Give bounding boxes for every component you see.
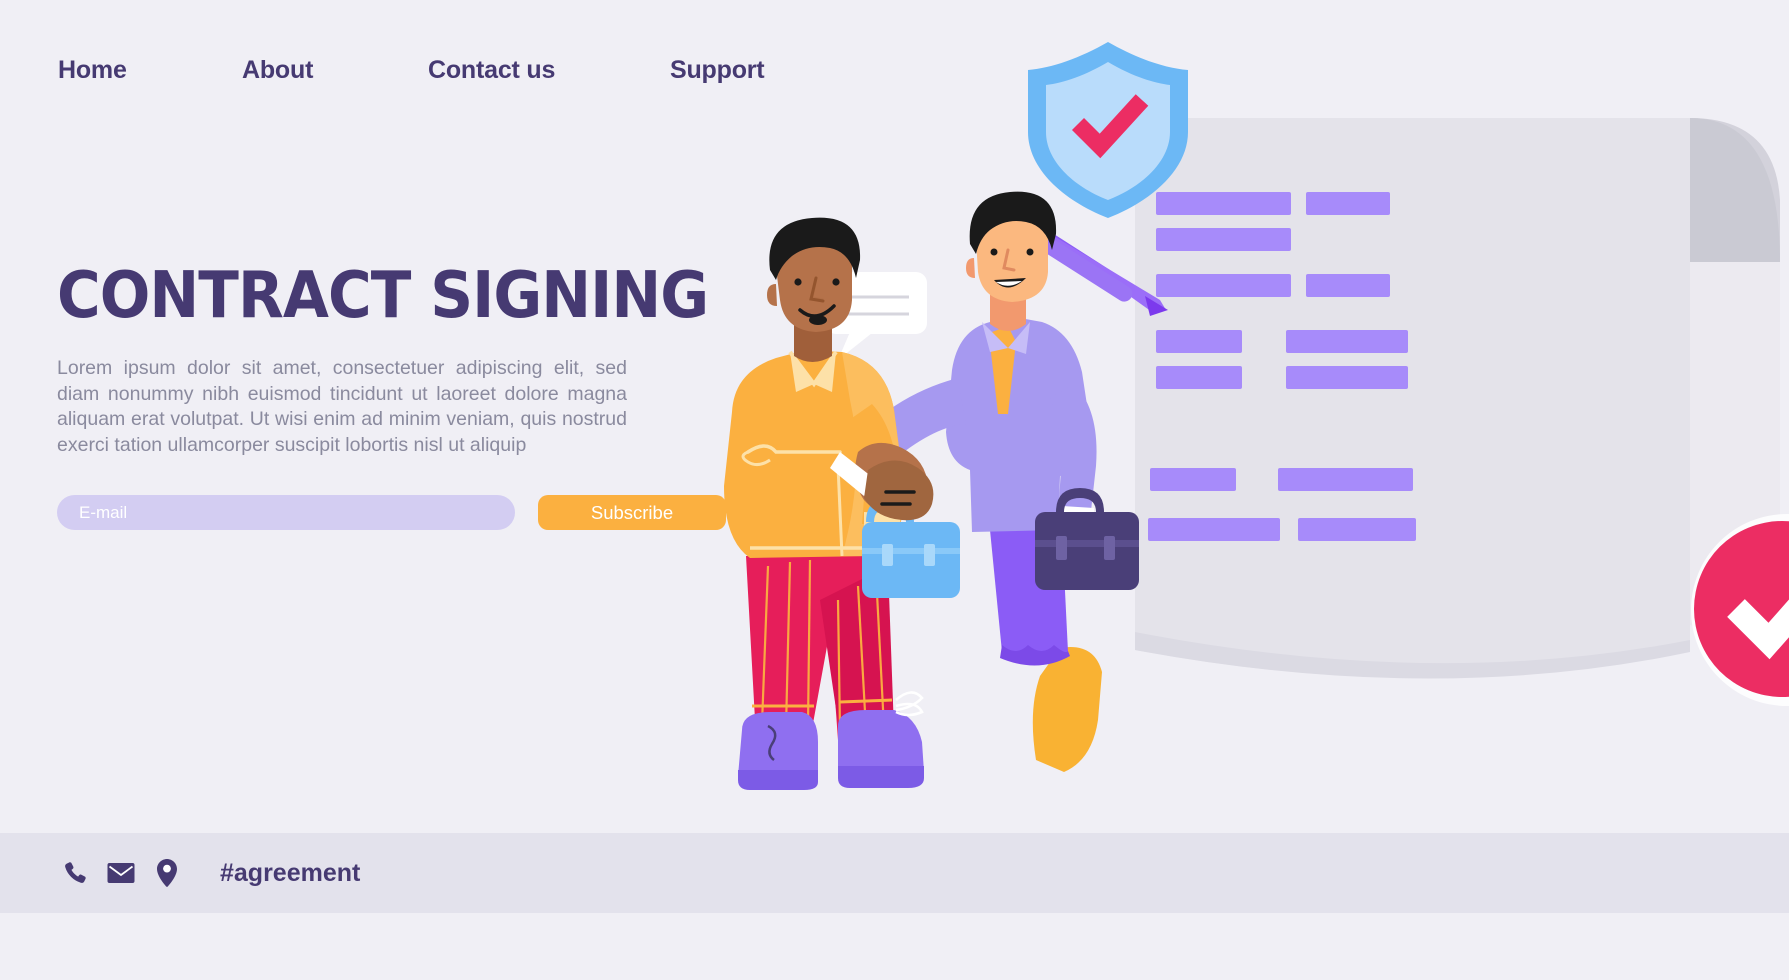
map-pin-icon[interactable] [150,858,184,888]
footer-contact-row: #agreement [58,856,360,890]
nav-item-home[interactable]: Home [58,56,127,85]
nav-item-contact-us[interactable]: Contact us [428,56,555,85]
contract-signing-illustration [690,0,1789,920]
envelope-icon[interactable] [104,858,138,888]
footer-hashtag: #agreement [220,858,361,887]
nav-item-about[interactable]: About [242,56,313,85]
contract-document [1135,118,1780,679]
landing-page: Home About Contact us Support CONTRACT S… [0,0,1789,980]
hero-text-block: CONTRACT SIGNING Lorem ipsum dolor sit a… [57,259,709,458]
email-field[interactable] [57,495,515,530]
subscribe-form: Subscribe [57,495,726,530]
page-title: CONTRACT SIGNING [57,259,709,333]
phone-icon[interactable] [58,858,92,888]
hero-paragraph: Lorem ipsum dolor sit amet, consectetuer… [57,357,627,456]
